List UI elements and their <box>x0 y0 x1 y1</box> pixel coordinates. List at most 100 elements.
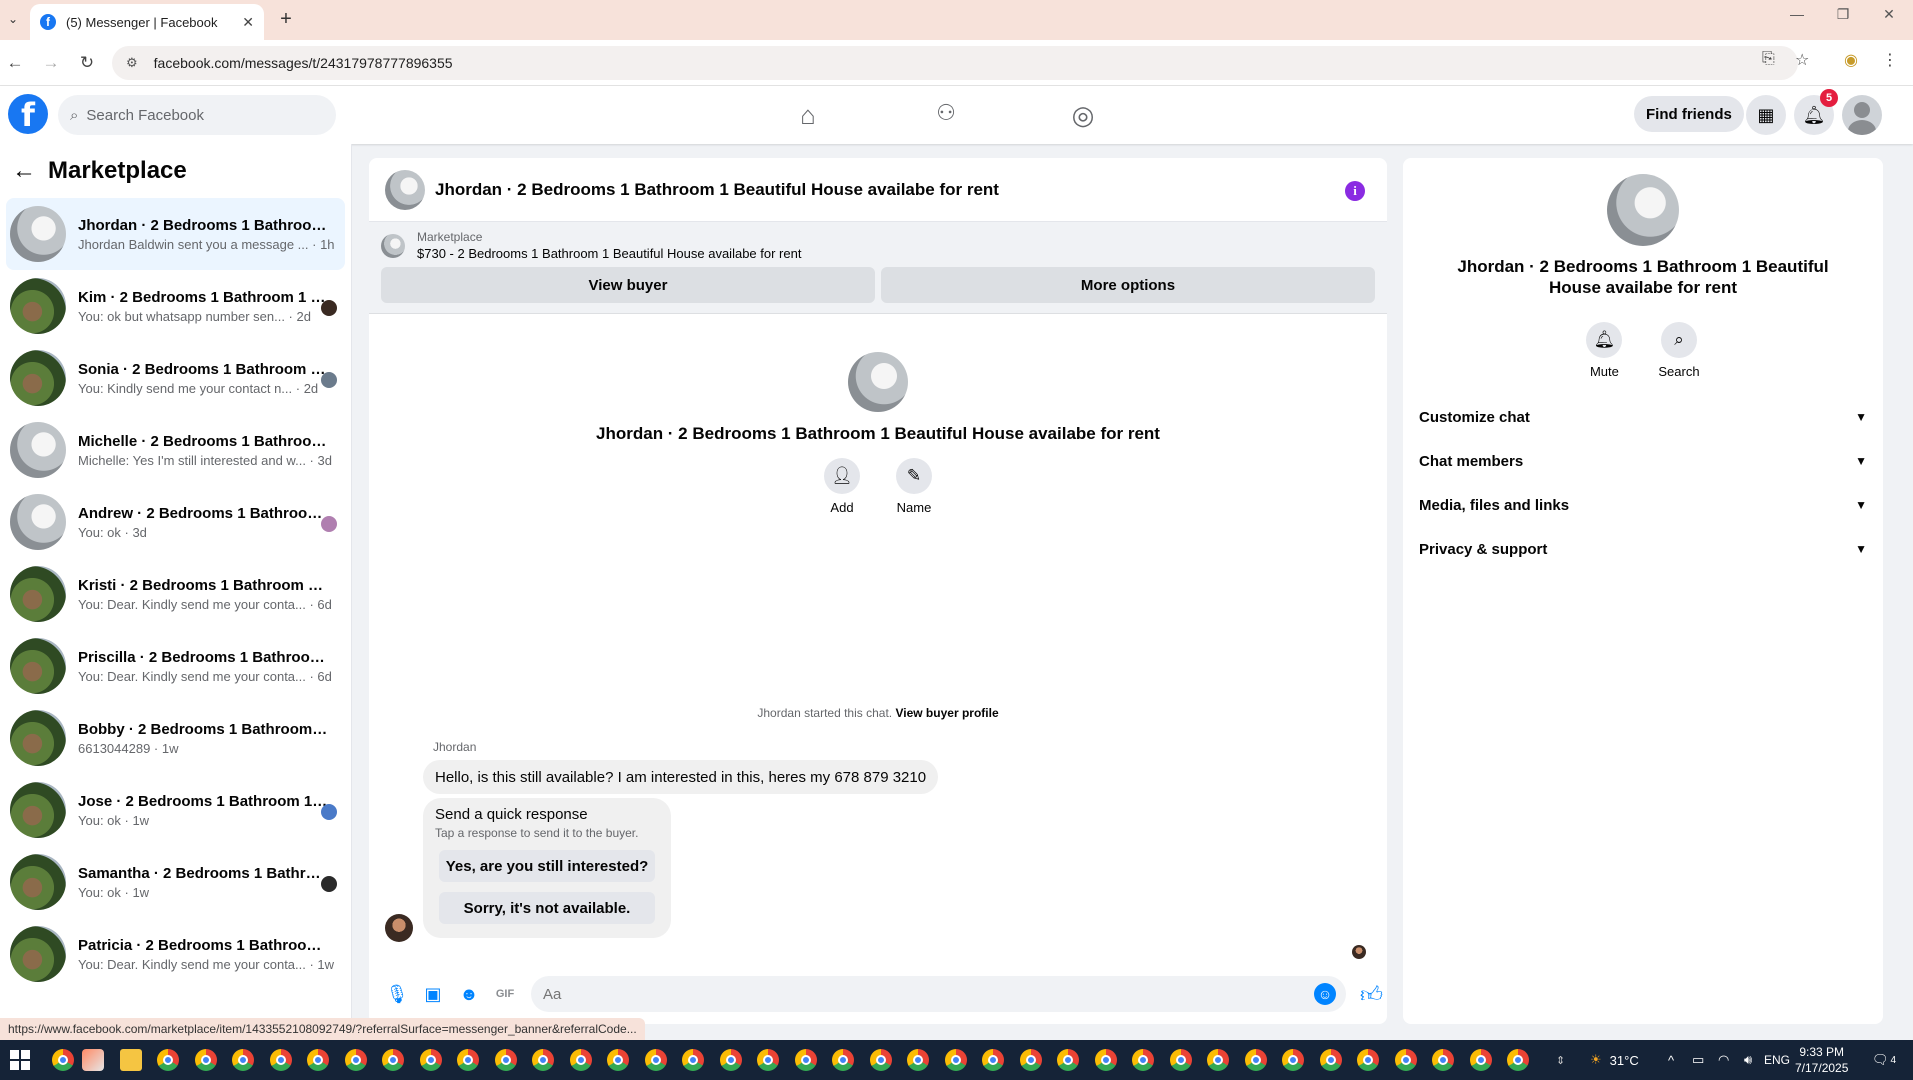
chrome-taskbar-icon[interactable] <box>1057 1049 1079 1071</box>
chrome-taskbar-icon[interactable] <box>1507 1049 1529 1071</box>
menu-grid-icon[interactable]: ▦ <box>1746 95 1786 135</box>
more-options-button[interactable]: More options <box>881 267 1375 303</box>
friends-icon[interactable]: ⚇ <box>926 100 966 126</box>
chrome-taskbar-icon[interactable] <box>1357 1049 1379 1071</box>
chrome-taskbar-icon[interactable] <box>1169 1049 1192 1071</box>
conversation-item[interactable]: Sonia · 2 Bedrooms 1 Bathroom 1 Beautifu… <box>6 342 345 414</box>
chrome-taskbar-icon[interactable] <box>1132 1049 1154 1071</box>
chrome-taskbar-icon[interactable] <box>1469 1049 1492 1071</box>
language-indicator[interactable]: ENG <box>1764 1040 1790 1080</box>
conversation-item[interactable]: Bobby · 2 Bedrooms 1 Bathroom 1 Beautifu… <box>6 702 345 774</box>
paint-app-icon[interactable] <box>82 1049 104 1071</box>
quick-response-sorry-button[interactable]: Sorry, it's not available. <box>439 892 655 924</box>
search-in-chat-button[interactable]: ⌕ Search <box>1658 322 1700 379</box>
conversation-item[interactable]: Andrew · 2 Bedrooms 1 Bathroom 1 Beautif… <box>6 486 345 558</box>
emoji-icon[interactable]: ☺ <box>1314 983 1336 1005</box>
address-bar[interactable]: ⚙ facebook.com/messages/t/24317978777896… <box>112 46 1798 80</box>
message-bubble[interactable]: Hello, is this still available? I am int… <box>423 760 939 794</box>
volume-icon[interactable]: 🔊︎ <box>1744 1040 1752 1080</box>
taskbar-clock[interactable]: 9:33 PM 7/17/2025 <box>1795 1044 1848 1076</box>
chrome-taskbar-icon[interactable] <box>682 1049 704 1071</box>
chrome-taskbar-icon[interactable] <box>1432 1049 1454 1071</box>
conversation-item[interactable]: Kim · 2 Bedrooms 1 Bathroom 1 Beautiful … <box>6 270 345 342</box>
facebook-search-box[interactable]: ⌕ Search Facebook <box>58 95 336 135</box>
chrome-taskbar-icon[interactable] <box>757 1049 779 1071</box>
tab-list-chevron-icon[interactable]: ⌄ <box>2 8 24 30</box>
conversation-item[interactable]: Jose · 2 Bedrooms 1 Bathroom 1 Beautiful… <box>6 774 345 846</box>
taskbar-scroll-icon[interactable]: ⇕ <box>1556 1040 1565 1080</box>
chrome-taskbar-icon[interactable] <box>232 1049 254 1071</box>
conversation-item[interactable]: Kristi · 2 Bedrooms 1 Bathroom 1 Beautif… <box>6 558 345 630</box>
chrome-taskbar-icon[interactable] <box>419 1049 442 1071</box>
chrome-taskbar-icon[interactable] <box>569 1049 592 1071</box>
details-section-0[interactable]: Customize chat ▼ <box>1403 395 1883 439</box>
chrome-taskbar-icon[interactable] <box>52 1049 74 1071</box>
facebook-logo-icon[interactable]: f <box>8 94 48 134</box>
browser-tab-messenger[interactable]: f (5) Messenger | Facebook ✕ <box>30 4 264 40</box>
wifi-icon[interactable]: ◠ <box>1718 1040 1729 1080</box>
show-hidden-icons-icon[interactable]: ^ <box>1668 1040 1674 1080</box>
chrome-taskbar-icon[interactable] <box>307 1049 329 1071</box>
windows-start-icon[interactable] <box>10 1050 30 1070</box>
chrome-taskbar-icon[interactable] <box>1094 1049 1117 1071</box>
add-people-button[interactable]: 👤︎ Add <box>824 458 860 515</box>
details-section-3[interactable]: Privacy & support ▼ <box>1403 527 1883 571</box>
chrome-taskbar-icon[interactable] <box>1319 1049 1342 1071</box>
reload-icon[interactable]: ↻ <box>74 50 100 76</box>
weather-widget[interactable]: ☀ 31°C <box>1590 1040 1639 1080</box>
listing-thumbnail[interactable] <box>381 233 405 258</box>
microphone-icon[interactable]: 🎙︎ <box>379 984 415 1005</box>
chrome-taskbar-icon[interactable] <box>719 1049 742 1071</box>
details-section-2[interactable]: Media, files and links ▼ <box>1403 483 1883 527</box>
home-icon[interactable]: ⌂ <box>788 100 828 131</box>
chat-title[interactable]: Jhordan · 2 Bedrooms 1 Bathroom 1 Beauti… <box>435 180 999 200</box>
chrome-taskbar-icon[interactable] <box>907 1049 929 1071</box>
chat-avatar[interactable] <box>385 169 425 210</box>
chrome-taskbar-icon[interactable] <box>832 1049 854 1071</box>
chrome-taskbar-icon[interactable] <box>457 1049 479 1071</box>
chrome-taskbar-icon[interactable] <box>194 1049 217 1071</box>
notification-center-icon[interactable]: 🗨︎ 4 <box>1872 1040 1896 1080</box>
chrome-taskbar-icon[interactable] <box>157 1049 179 1071</box>
sender-avatar[interactable] <box>385 914 413 942</box>
conversation-item[interactable]: Jhordan · 2 Bedrooms 1 Bathroom 1 Beauti… <box>6 198 345 270</box>
tab-close-icon[interactable]: ✕ <box>242 14 254 31</box>
browser-menu-icon[interactable]: ⋮ <box>1882 50 1898 70</box>
window-close-icon[interactable]: ✕ <box>1869 6 1909 23</box>
account-avatar[interactable] <box>1842 95 1882 135</box>
chrome-taskbar-icon[interactable] <box>1207 1049 1229 1071</box>
conversation-item[interactable]: Michelle · 2 Bedrooms 1 Bathroom 1 Beaut… <box>6 414 345 486</box>
view-buyer-profile-link[interactable]: View buyer profile <box>895 706 998 720</box>
new-tab-plus-icon[interactable]: + <box>274 8 298 32</box>
chrome-taskbar-icon[interactable] <box>644 1049 667 1071</box>
minimize-icon[interactable]: — <box>1777 6 1817 22</box>
quick-response-yes-button[interactable]: Yes, are you still interested? <box>439 850 655 882</box>
install-app-icon[interactable]: ⎘ <box>1762 50 1775 68</box>
chrome-taskbar-icon[interactable] <box>607 1049 629 1071</box>
groups-icon[interactable]: ◎ <box>1063 100 1103 131</box>
view-buyer-button[interactable]: View buyer <box>381 267 875 303</box>
restore-icon[interactable]: ❐ <box>1823 6 1863 23</box>
chrome-taskbar-icon[interactable] <box>532 1049 554 1071</box>
conversation-item[interactable]: Patricia · 2 Bedrooms 1 Bathroom 1 Beaut… <box>6 918 345 990</box>
chrome-taskbar-icon[interactable] <box>494 1049 517 1071</box>
info-icon[interactable]: i <box>1345 181 1365 201</box>
forward-arrow-icon[interactable]: → <box>38 50 64 76</box>
details-section-1[interactable]: Chat members ▼ <box>1403 439 1883 483</box>
chrome-taskbar-icon[interactable] <box>1244 1049 1267 1071</box>
chrome-taskbar-icon[interactable] <box>1019 1049 1042 1071</box>
thumbs-up-icon[interactable]: 👍︎ <box>1360 981 1383 1008</box>
conversation-item[interactable]: Samantha · 2 Bedrooms 1 Bathroom 1 Beaut… <box>6 846 345 918</box>
chrome-taskbar-icon[interactable] <box>944 1049 967 1071</box>
gif-icon[interactable]: GIF <box>487 988 523 1000</box>
chrome-taskbar-icon[interactable] <box>269 1049 292 1071</box>
back-arrow-icon[interactable]: ← <box>12 157 36 185</box>
back-arrow-icon[interactable]: ← <box>2 50 28 76</box>
mute-button[interactable]: 🔔︎ Mute <box>1586 322 1623 379</box>
network-icon[interactable]: ▭ <box>1692 1040 1704 1080</box>
edit-name-button[interactable]: ✎ Name <box>896 458 932 515</box>
chrome-taskbar-icon[interactable] <box>1282 1049 1304 1071</box>
photo-icon[interactable]: ▣ <box>415 984 451 1005</box>
profile-icon[interactable]: ◉ <box>1844 50 1858 70</box>
site-settings-icon[interactable]: ⚙ <box>126 55 138 71</box>
